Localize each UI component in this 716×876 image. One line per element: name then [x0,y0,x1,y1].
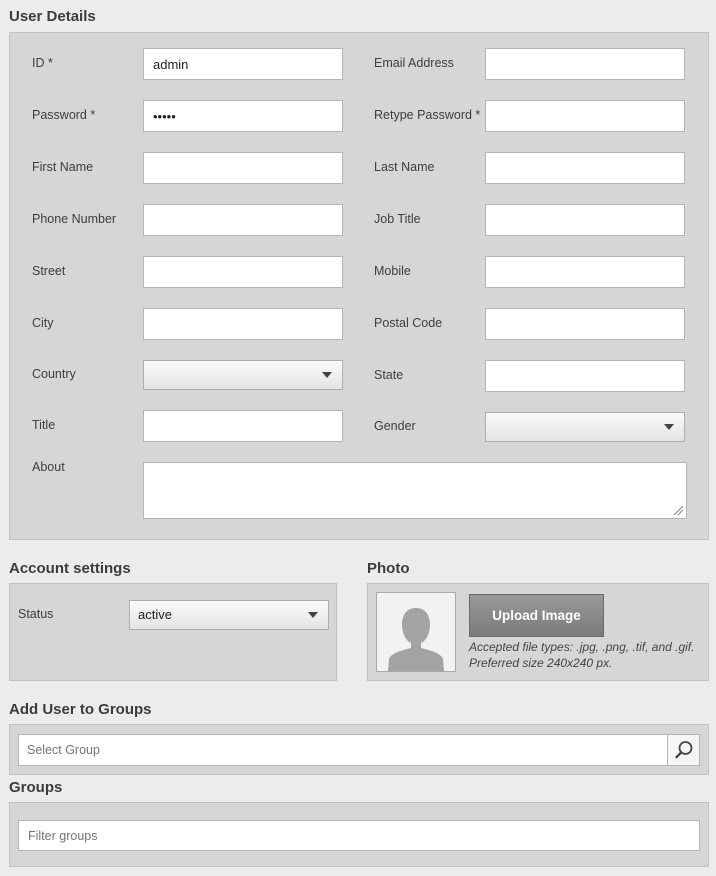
status-select[interactable]: active [129,600,329,630]
title-input[interactable] [143,410,343,442]
last-name-label: Last Name [374,160,435,174]
search-icon [675,741,693,759]
photo-title: Photo [367,560,410,577]
upload-image-button[interactable]: Upload Image [469,594,604,637]
retype-password-input[interactable] [485,100,685,132]
account-settings-panel: Status active [9,583,337,681]
accepted-file-types-text: Accepted file types: .jpg, .png, .tif, a… [469,640,695,654]
resize-grip-icon[interactable] [673,505,684,516]
groups-title: Groups [9,779,63,796]
job-title-label: Job Title [374,212,421,226]
title-label: Title [32,418,56,432]
postal-code-label: Postal Code [374,316,443,330]
country-select[interactable] [143,360,343,390]
user-details-title: User Details [9,8,96,25]
city-label: City [32,316,54,330]
account-settings-title: Account settings [9,560,131,577]
gender-label: Gender [374,419,416,433]
job-title-input[interactable] [485,204,685,236]
mobile-input[interactable] [485,256,685,288]
preferred-size-text: Preferred size 240x240 px. [469,656,613,670]
password-label: Password * [32,108,96,122]
chevron-down-icon [322,372,332,378]
filter-groups-input[interactable] [18,820,700,851]
email-input[interactable] [485,48,685,80]
user-silhouette-icon [388,608,444,671]
status-label: Status [18,607,54,621]
phone-label: Phone Number [32,212,117,226]
first-name-label: First Name [32,160,94,174]
first-name-input[interactable] [143,152,343,184]
add-to-groups-title: Add User to Groups [9,701,152,718]
group-search-box [18,734,700,766]
groups-panel [9,802,709,867]
chevron-down-icon [308,612,318,618]
group-search-button[interactable] [667,735,699,765]
state-input[interactable] [485,360,685,392]
last-name-input[interactable] [485,152,685,184]
avatar [376,592,456,672]
mobile-label: Mobile [374,264,411,278]
phone-input[interactable] [143,204,343,236]
user-details-panel: ID * Email Address Password * Retype Pas… [9,32,709,540]
chevron-down-icon [664,424,674,430]
street-label: Street [32,264,66,278]
postal-code-input[interactable] [485,308,685,340]
street-input[interactable] [143,256,343,288]
select-group-input[interactable] [19,735,666,765]
retype-password-label: Retype Password * [374,108,481,122]
city-input[interactable] [143,308,343,340]
email-label: Email Address [374,56,454,70]
photo-panel: Upload Image Accepted file types: .jpg, … [367,583,709,681]
id-label: ID * [32,56,53,70]
country-label: Country [32,367,76,381]
status-select-value: active [138,607,172,622]
about-textarea[interactable] [143,462,687,519]
gender-select[interactable] [485,412,685,442]
add-to-groups-panel [9,724,709,775]
password-input[interactable] [143,100,343,132]
about-label: About [32,460,65,474]
id-input[interactable] [143,48,343,80]
state-label: State [374,368,404,382]
